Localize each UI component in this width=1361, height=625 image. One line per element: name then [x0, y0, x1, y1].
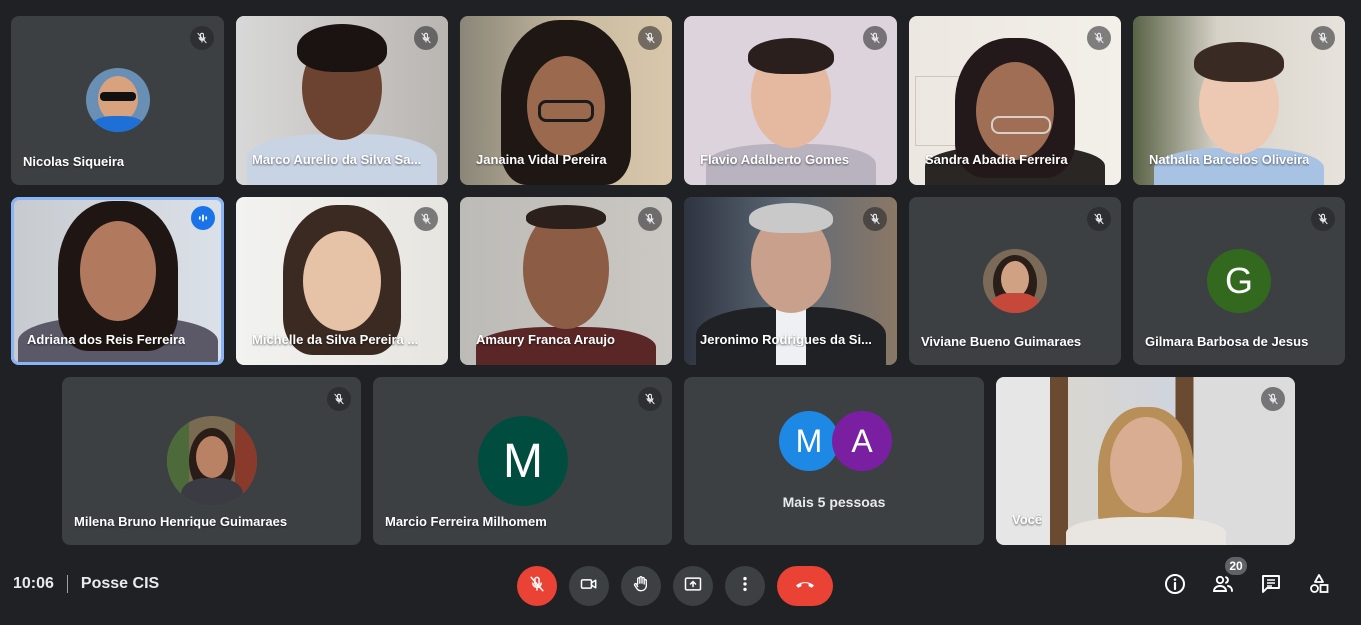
- info-icon: [1163, 572, 1187, 601]
- participant-name: Viviane Bueno Guimaraes: [921, 334, 1082, 349]
- mic-off-icon: [1087, 207, 1111, 231]
- participant-tile[interactable]: Nicolas Siqueira: [11, 16, 224, 185]
- avatar-initial: M: [478, 416, 568, 506]
- meeting-info: 10:06 Posse CIS: [13, 575, 159, 593]
- avatar-initial: A: [832, 411, 892, 471]
- participant-name: Jeronimo Rodrigues da Si...: [700, 332, 872, 347]
- mic-off-icon: [414, 26, 438, 50]
- participant-tile[interactable]: Sandra Abadia Ferreira: [909, 16, 1121, 185]
- participant-name: Nathalia Barcelos Oliveira: [1149, 152, 1310, 167]
- mic-toggle-button[interactable]: [517, 566, 557, 606]
- mic-off-icon: [1311, 26, 1335, 50]
- participant-tile[interactable]: Milena Bruno Henrique Guimaraes: [62, 377, 361, 545]
- leave-call-button[interactable]: [777, 566, 833, 606]
- participant-tile[interactable]: Flavio Adalberto Gomes: [684, 16, 897, 185]
- camera-toggle-button[interactable]: [569, 566, 609, 606]
- mic-off-icon: [1311, 207, 1335, 231]
- mic-off-icon: [1087, 26, 1111, 50]
- present-icon: [683, 574, 703, 599]
- participant-name: Marco Aurelio da Silva Sa...: [252, 152, 422, 167]
- participant-tile[interactable]: Adriana dos Reis Ferreira: [11, 197, 224, 365]
- participant-name: Milena Bruno Henrique Guimaraes: [74, 514, 288, 529]
- participant-tile[interactable]: Janaina Vidal Pereira: [460, 16, 672, 185]
- mic-off-icon: [327, 387, 351, 411]
- others-label: Mais 5 pessoas: [782, 494, 886, 510]
- activities-icon: [1307, 572, 1331, 601]
- participant-name: Nicolas Siqueira: [23, 154, 125, 169]
- mic-off-icon: [1261, 387, 1285, 411]
- participant-name: Michelle da Silva Pereira ...: [252, 332, 419, 347]
- avatar: [983, 249, 1047, 313]
- mic-off-icon: [190, 26, 214, 50]
- chat-icon: [1259, 572, 1283, 601]
- mic-off-icon: [638, 26, 662, 50]
- end-call-icon: [793, 572, 817, 601]
- participant-tile[interactable]: Nathalia Barcelos Oliveira: [1133, 16, 1345, 185]
- participant-name: Flavio Adalberto Gomes: [700, 152, 850, 167]
- camera-icon: [579, 574, 599, 599]
- self-tile[interactable]: Você: [996, 377, 1295, 545]
- participant-tile[interactable]: G Gilmara Barbosa de Jesus: [1133, 197, 1345, 365]
- meeting-details-button[interactable]: [1159, 570, 1191, 602]
- meeting-title: Posse CIS: [80, 575, 160, 592]
- avatar: [166, 416, 257, 506]
- raise-hand-icon: [631, 574, 651, 599]
- raise-hand-button[interactable]: [621, 566, 661, 606]
- people-button[interactable]: 20: [1207, 557, 1247, 602]
- activities-button[interactable]: [1303, 570, 1335, 602]
- participant-tile[interactable]: Amaury Franca Araujo: [460, 197, 672, 365]
- mic-off-icon: [863, 26, 887, 50]
- participant-tile[interactable]: Michelle da Silva Pereira ...: [236, 197, 448, 365]
- avatar: [85, 68, 150, 132]
- participant-name: Gilmara Barbosa de Jesus: [1145, 334, 1309, 349]
- chat-button[interactable]: [1255, 570, 1287, 602]
- participant-tile[interactable]: Jeronimo Rodrigues da Si...: [684, 197, 897, 365]
- speaking-icon: [191, 206, 215, 230]
- participant-name: Amaury Franca Araujo: [476, 332, 615, 347]
- people-count-badge: 20: [1225, 557, 1247, 575]
- mic-off-icon: [863, 207, 887, 231]
- avatar-initial: G: [1207, 249, 1271, 313]
- participant-name: Você: [1012, 512, 1043, 527]
- participant-name: Janaina Vidal Pereira: [476, 152, 607, 167]
- participant-tile[interactable]: Viviane Bueno Guimaraes: [909, 197, 1121, 365]
- clock-time: 10:06: [13, 575, 54, 592]
- participant-name: Sandra Abadia Ferreira: [925, 152, 1068, 167]
- participant-name: Adriana dos Reis Ferreira: [27, 332, 186, 347]
- participant-tile[interactable]: Marco Aurelio da Silva Sa...: [236, 16, 448, 185]
- participant-tile[interactable]: M Marcio Ferreira Milhomem: [373, 377, 672, 545]
- present-button[interactable]: [673, 566, 713, 606]
- people-icon: [1211, 572, 1235, 601]
- mic-off-icon: [638, 207, 662, 231]
- divider: [66, 575, 68, 593]
- avatar-initial: M: [779, 411, 839, 471]
- mic-off-icon: [414, 207, 438, 231]
- mic-off-icon: [527, 574, 547, 599]
- participant-name: Marcio Ferreira Milhomem: [385, 514, 547, 529]
- more-icon: [735, 574, 755, 599]
- others-tile[interactable]: M A Mais 5 pessoas: [684, 377, 984, 545]
- more-options-button[interactable]: [725, 566, 765, 606]
- mic-off-icon: [638, 387, 662, 411]
